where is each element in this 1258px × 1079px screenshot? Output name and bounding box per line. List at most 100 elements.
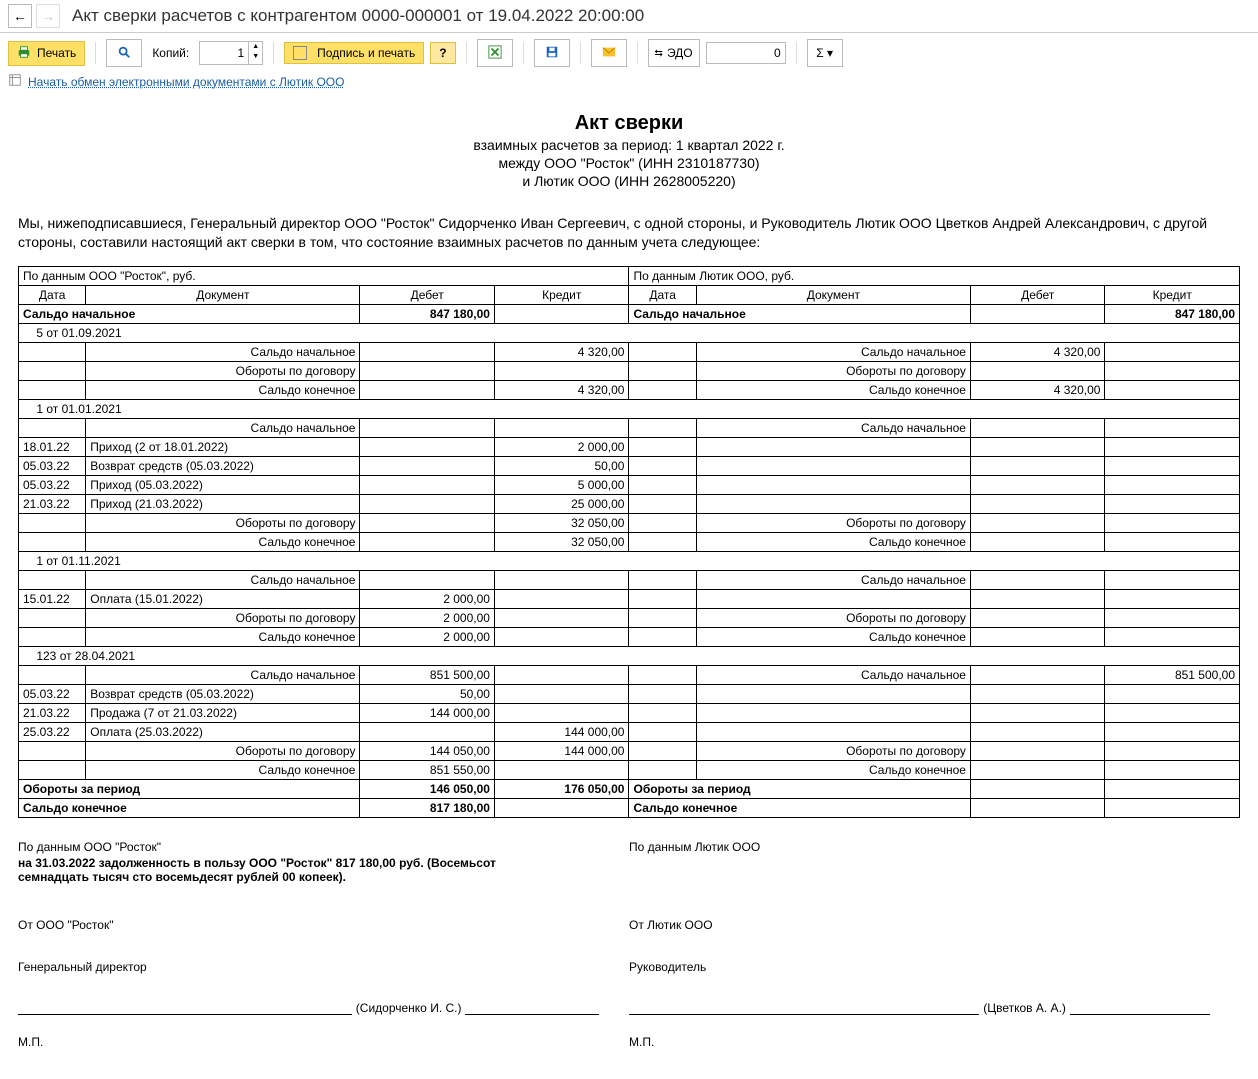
table-cell — [19, 627, 86, 646]
doc-sub3: и Лютик ООО (ИНН 2628005220) — [18, 173, 1240, 189]
back-button[interactable]: ← — [8, 4, 32, 28]
table-cell — [970, 665, 1105, 684]
print-label: Печать — [37, 46, 76, 60]
table-row: Сальдо начальноеСальдо начальное — [19, 418, 1240, 437]
preview-button[interactable] — [106, 39, 142, 67]
table-cell — [494, 760, 629, 779]
table-cell — [19, 342, 86, 361]
table-cell — [629, 627, 696, 646]
table-cell — [970, 437, 1105, 456]
edo-button[interactable]: ⇆ ЭДО — [648, 39, 700, 67]
table-cell — [629, 494, 696, 513]
table-row: Сальдо конечное32 050,00Сальдо конечное — [19, 532, 1240, 551]
table-cell — [970, 456, 1105, 475]
table-row: Сальдо начальноеСальдо начальное — [19, 570, 1240, 589]
table-cell — [629, 361, 696, 380]
table-cell — [1105, 779, 1240, 798]
table-cell — [970, 589, 1105, 608]
footer-right-mp: М.П. — [629, 1035, 1210, 1049]
sum-button[interactable]: Σ ▾ — [807, 39, 843, 67]
footer-right-from: От Лютик ООО — [629, 918, 1210, 932]
table-cell — [1105, 513, 1240, 532]
table-cell: 4 320,00 — [970, 342, 1105, 361]
table-cell — [360, 722, 495, 741]
table-cell: Обороты по договору — [696, 741, 970, 760]
table-cell: Возврат средств (05.03.2022) — [86, 684, 360, 703]
table-cell — [970, 532, 1105, 551]
copies-input[interactable] — [200, 42, 248, 64]
printer-icon — [17, 45, 31, 62]
table-cell: Сальдо конечное — [696, 380, 970, 399]
table-cell: 847 180,00 — [360, 304, 495, 323]
table-cell — [629, 760, 696, 779]
table-cell — [696, 589, 970, 608]
doc-sub1: взаимных расчетов за период: 1 квартал 2… — [18, 137, 1240, 153]
table-cell — [696, 456, 970, 475]
table-cell — [629, 741, 696, 760]
table-cell: Обороты по договору — [696, 361, 970, 380]
table-row: Обороты по договору Обороты по договору — [19, 361, 1240, 380]
table-cell — [970, 570, 1105, 589]
table-cell: 851 500,00 — [1105, 665, 1240, 684]
table-cell — [1105, 798, 1240, 817]
table-cell: 32 050,00 — [494, 513, 629, 532]
table-cell — [696, 475, 970, 494]
table-cell: Обороты по договору — [86, 608, 360, 627]
email-button[interactable] — [591, 39, 627, 67]
table-cell: 817 180,00 — [360, 798, 495, 817]
spreadsheet-button[interactable] — [477, 39, 513, 67]
table-cell — [1105, 456, 1240, 475]
footer-left-sig: (Сидорченко И. С.) — [356, 1001, 462, 1015]
table-cell — [360, 570, 495, 589]
table-cell — [970, 361, 1105, 380]
table-cell: Сальдо конечное — [86, 380, 360, 399]
table-row: Сальдо начальное851 500,00Сальдо начальн… — [19, 665, 1240, 684]
table-cell — [970, 684, 1105, 703]
table-cell: Дебет — [970, 285, 1105, 304]
table-cell: Сальдо начальное — [86, 418, 360, 437]
table-cell: 4 320,00 — [970, 380, 1105, 399]
table-cell: Сальдо начальное — [696, 570, 970, 589]
table-cell — [494, 589, 629, 608]
copies-stepper[interactable]: ▲ ▼ — [199, 41, 263, 65]
table-cell — [19, 513, 86, 532]
table-cell — [360, 418, 495, 437]
edo-count[interactable] — [706, 42, 786, 64]
table-cell: Сальдо начальное — [86, 342, 360, 361]
sign-print-checkbox[interactable] — [293, 46, 307, 60]
sign-print-button[interactable]: Подпись и печать — [284, 42, 424, 64]
forward-button[interactable]: → — [36, 4, 60, 28]
table-cell — [360, 494, 495, 513]
print-button[interactable]: Печать — [8, 41, 85, 66]
table-cell: 144 000,00 — [360, 703, 495, 722]
table-cell — [1105, 361, 1240, 380]
table-cell: 2 000,00 — [360, 589, 495, 608]
save-button[interactable] — [534, 39, 570, 67]
table-cell: 05.03.22 — [19, 684, 86, 703]
table-cell: Оплата (25.03.2022) — [86, 722, 360, 741]
table-cell: 50,00 — [494, 456, 629, 475]
table-cell — [1105, 418, 1240, 437]
table-cell — [1105, 741, 1240, 760]
table-row: 18.01.22Приход (2 от 18.01.2022)2 000,00 — [19, 437, 1240, 456]
table-cell: Приход (2 от 18.01.2022) — [86, 437, 360, 456]
table-cell: Обороты по договору — [86, 361, 360, 380]
table-cell — [1105, 589, 1240, 608]
envelope-icon — [602, 45, 616, 62]
table-cell: 18.01.22 — [19, 437, 86, 456]
table-row: 05.03.22Приход (05.03.2022)5 000,00 — [19, 475, 1240, 494]
table-cell — [19, 532, 86, 551]
copies-up[interactable]: ▲ — [249, 42, 262, 52]
table-cell: 176 050,00 — [494, 779, 629, 798]
table-cell — [19, 570, 86, 589]
table-cell: 851 500,00 — [360, 665, 495, 684]
table-cell — [629, 475, 696, 494]
start-edo-link[interactable]: Начать обмен электронными документами с … — [28, 75, 344, 89]
table-cell — [494, 570, 629, 589]
copies-down[interactable]: ▼ — [249, 52, 262, 62]
table-cell — [970, 494, 1105, 513]
table-cell: Сальдо конечное — [629, 798, 970, 817]
help-button[interactable]: ? — [430, 42, 455, 64]
edo-label: ЭДО — [667, 46, 693, 60]
table-row: 5 от 01.09.2021 — [19, 323, 1240, 342]
